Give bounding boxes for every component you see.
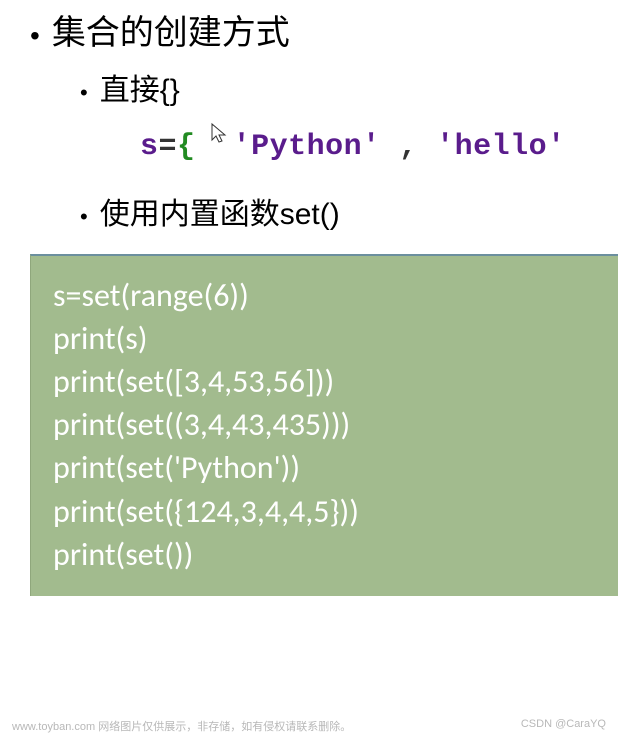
inline-code-example: s={ 'Python' , 'hello' , 90 }: [140, 130, 618, 164]
bullet-dot: •: [80, 78, 88, 109]
token-equals: =: [159, 130, 178, 164]
code-line: print(set([3,4,53,56])): [53, 360, 597, 403]
footer-right: CSDN @CaraYQ: [521, 718, 606, 734]
bullet-level-1: • 集合的创建方式: [30, 10, 618, 58]
token-string-2: 'hello': [436, 130, 566, 164]
code-line: print(set('Python')): [53, 446, 597, 489]
bullet-l1-text: 集合的创建方式: [52, 10, 290, 58]
cursor-icon: [210, 120, 228, 154]
bullet-l2a-text: 直接{}: [100, 70, 180, 112]
bullet-l2b-text: 使用内置函数set(): [100, 194, 340, 236]
code-line: print(s): [53, 317, 597, 360]
code-line: print(set()): [53, 533, 597, 576]
token-lbrace: {: [177, 130, 196, 164]
token-comma-1: ,: [399, 130, 418, 164]
bullet-level-2a: • 直接{}: [80, 70, 618, 112]
code-line: print(set({124,3,4,4,5})): [53, 490, 597, 533]
bullet-dot: •: [30, 16, 40, 55]
token-string-1: 'Python': [233, 130, 381, 164]
code-line: print(set((3,4,43,435))): [53, 403, 597, 446]
code-block: s=set(range(6)) print(s) print(set([3,4,…: [30, 254, 618, 596]
code-line: s=set(range(6)): [53, 274, 597, 317]
token-var: s: [140, 130, 159, 164]
footer-left: www.toyban.com 网络图片仅供展示，非存储，如有侵权请联系删除。: [12, 718, 351, 734]
bullet-level-2b: • 使用内置函数set(): [80, 194, 618, 236]
footer: www.toyban.com 网络图片仅供展示，非存储，如有侵权请联系删除。 C…: [0, 718, 618, 734]
bullet-dot: •: [80, 202, 88, 233]
